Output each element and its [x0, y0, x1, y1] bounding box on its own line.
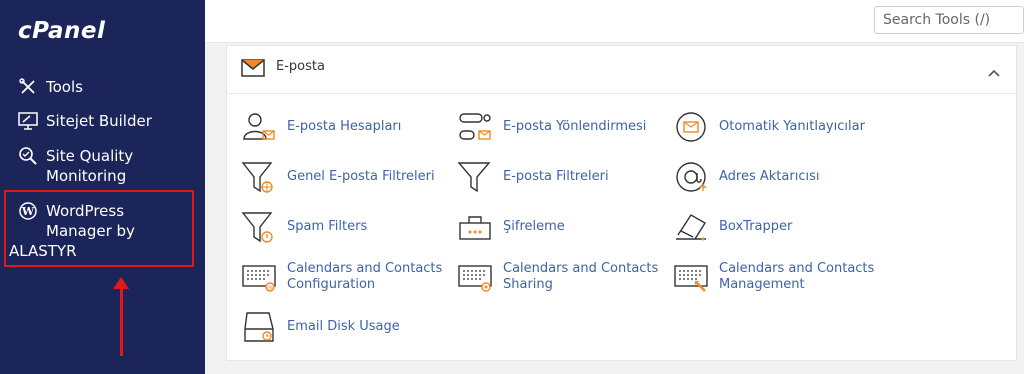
chevron-up-icon[interactable]: [988, 62, 1000, 81]
forwarders-icon: [459, 113, 491, 140]
sidebar: cPanel Tools Sitejet Builder Site Qualit…: [0, 0, 205, 374]
global-filter-icon: [241, 162, 273, 193]
email-accounts-icon: [243, 113, 275, 140]
sidebar-item-tools[interactable]: Tools: [17, 77, 83, 97]
encryption-icon: [459, 216, 491, 240]
calendar-sharing-icon: [458, 265, 492, 292]
search-tools-input[interactable]: [874, 6, 1024, 34]
sidebar-item-label: Tools: [46, 78, 83, 96]
disk-usage-icon: [244, 312, 274, 342]
section-header[interactable]: E-posta: [227, 46, 1016, 94]
sidebar-item-sitejet[interactable]: Sitejet Builder: [17, 111, 152, 131]
sidebar-item-label: Sitejet Builder: [46, 112, 152, 130]
email-forwarders-link[interactable]: E-posta Yönlendirmesi: [457, 109, 646, 145]
address-importer-link[interactable]: Adres Aktarıcısı: [673, 159, 819, 195]
sidebar-item-label: Site Quality Monitoring: [46, 147, 134, 185]
tools-icon: [17, 77, 39, 97]
calendars-contacts-management-link[interactable]: Calendars and Contacts Management: [673, 259, 874, 295]
spam-filters-link[interactable]: Spam Filters: [241, 209, 367, 245]
at-sign-icon: [676, 162, 707, 192]
magnifier-check-icon: [17, 146, 39, 166]
calendar-management-icon: [674, 265, 708, 292]
filter-icon: [457, 162, 491, 193]
boxtrapper-icon: [676, 214, 706, 241]
calendars-contacts-configuration-link[interactable]: @ Calendars and Contacts Configuration: [241, 259, 442, 295]
autoresponders-link[interactable]: Otomatik Yanıtlayıcılar: [673, 109, 865, 145]
annotation-arrow-line: [120, 286, 123, 356]
calendars-contacts-sharing-link[interactable]: Calendars and Contacts Sharing: [457, 259, 658, 295]
email-section-panel: E-posta E-posta Hesapları E-posta Yönlen…: [226, 45, 1017, 361]
section-title: E-posta: [276, 59, 325, 74]
sitejet-icon: [17, 111, 39, 131]
email-disk-usage-link[interactable]: Email Disk Usage: [241, 309, 400, 345]
encryption-link[interactable]: Şifreleme: [457, 209, 565, 245]
sidebar-item-site-quality[interactable]: Site Quality Monitoring: [17, 146, 133, 186]
annotation-highlight-box: [4, 190, 194, 267]
spam-filter-icon: [241, 212, 273, 243]
calendar-config-icon: @: [242, 265, 276, 292]
svg-text:@: @: [267, 285, 273, 292]
email-filters-link[interactable]: E-posta Filtreleri: [457, 159, 609, 195]
email-accounts-link[interactable]: E-posta Hesapları: [241, 109, 401, 145]
autoresponders-icon: [676, 112, 706, 142]
cpanel-logo[interactable]: cPanel: [18, 18, 128, 46]
envelope-icon: [241, 59, 265, 81]
global-email-filters-link[interactable]: Genel E-posta Filtreleri: [241, 159, 435, 195]
boxtrapper-link[interactable]: BoxTrapper: [673, 209, 792, 245]
